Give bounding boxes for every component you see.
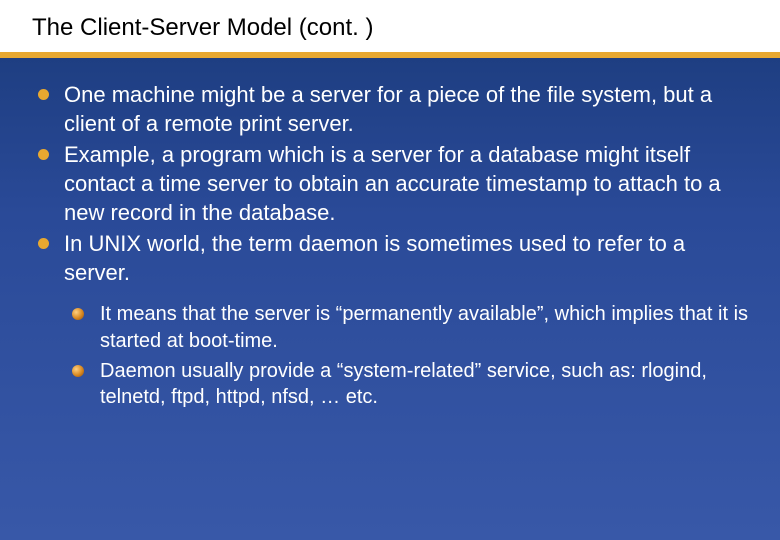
slide-content: One machine might be a server for a piec… [0, 58, 780, 411]
sub-bullet-item: Daemon usually provide a “system-related… [72, 358, 752, 411]
bullet-item: In UNIX world, the term daemon is someti… [36, 229, 752, 287]
slide: The Client-Server Model (cont. ) One mac… [0, 0, 780, 540]
slide-title: The Client-Server Model (cont. ) [0, 0, 780, 58]
bullet-item: One machine might be a server for a piec… [36, 80, 752, 138]
bullet-item: Example, a program which is a server for… [36, 140, 752, 227]
sub-bullet-item: It means that the server is “permanently… [72, 301, 752, 354]
bullet-list: One machine might be a server for a piec… [36, 80, 752, 287]
sub-bullet-list: It means that the server is “permanently… [72, 301, 752, 411]
